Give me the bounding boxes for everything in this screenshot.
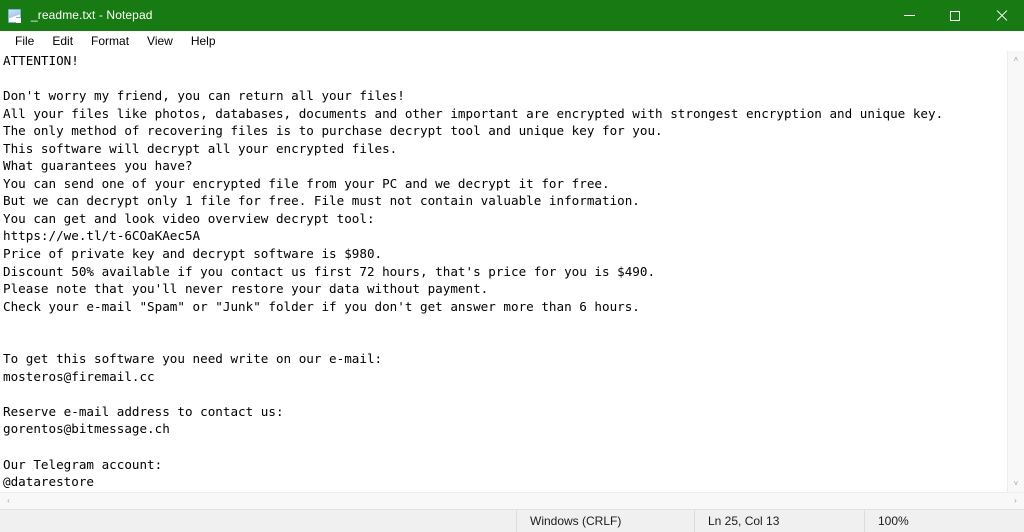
status-bar-spacer <box>0 510 516 532</box>
menu-item-edit[interactable]: Edit <box>43 32 82 51</box>
menu-item-format[interactable]: Format <box>82 32 138 51</box>
menu-item-help[interactable]: Help <box>182 32 225 51</box>
document-line: Please note that you'll never restore yo… <box>3 281 489 297</box>
menu-item-view[interactable]: View <box>138 32 182 51</box>
document-line: Our Telegram account: <box>3 456 163 472</box>
scroll-right-icon[interactable]: › <box>1007 493 1024 510</box>
scroll-down-icon[interactable]: ˅ <box>1008 475 1024 492</box>
close-icon <box>996 10 1007 21</box>
notepad-icon <box>7 8 23 24</box>
minimize-button[interactable] <box>886 0 932 31</box>
document-line: https://we.tl/t-6COaKAec5A <box>3 228 201 244</box>
window-controls <box>886 0 1024 31</box>
document-line: @datarestore <box>3 474 94 490</box>
minimize-icon <box>903 15 915 16</box>
document-line: What guarantees you have? <box>3 158 193 174</box>
maximize-button[interactable] <box>932 0 978 31</box>
document-line: Price of private key and decrypt softwar… <box>3 246 383 262</box>
document-line: You can get and look video overview decr… <box>3 210 375 226</box>
document-line: The only method of recovering files is t… <box>3 123 663 139</box>
horizontal-scrollbar[interactable]: ‹ › <box>0 492 1024 509</box>
document-line: But we can decrypt only 1 file for free.… <box>3 193 640 209</box>
maximize-icon <box>950 10 960 21</box>
menu-bar: File Edit Format View Help <box>0 31 1024 51</box>
document-line: mosteros@firemail.cc <box>3 368 155 384</box>
horizontal-scroll-thumb[interactable] <box>17 493 1007 510</box>
vertical-scrollbar[interactable]: ˄ ˅ <box>1007 51 1024 492</box>
menu-item-file[interactable]: File <box>6 32 43 51</box>
window-title: _readme.txt - Notepad <box>31 8 153 22</box>
document-line: You can send one of your encrypted file … <box>3 175 610 191</box>
status-bar: Windows (CRLF) Ln 25, Col 13 100% <box>0 509 1024 532</box>
text-editor[interactable]: ATTENTION! Don't worry my friend, you ca… <box>0 51 1007 492</box>
document-line: To get this software you need write on o… <box>3 351 383 367</box>
vertical-scroll-thumb[interactable] <box>1008 68 1024 475</box>
close-button[interactable] <box>978 0 1024 31</box>
document-line: Discount 50% available if you contact us… <box>3 263 656 279</box>
document-line: This software will decrypt all your encr… <box>3 140 398 156</box>
title-bar-left: _readme.txt - Notepad <box>0 0 153 31</box>
document-line: Reserve e-mail address to contact us: <box>3 403 284 419</box>
scroll-left-icon[interactable]: ‹ <box>0 493 17 510</box>
status-cursor-position: Ln 25, Col 13 <box>694 510 864 532</box>
document-line: All your files like photos, databases, d… <box>3 105 944 121</box>
document-line: gorentos@bitmessage.ch <box>3 421 170 437</box>
document-line: ATTENTION! <box>3 53 79 68</box>
document-line: Check your e-mail "Spam" or "Junk" folde… <box>3 298 640 314</box>
document-line: Don't worry my friend, you can return al… <box>3 88 405 104</box>
notepad-window: _readme.txt - Notepad File Edit Format V… <box>0 0 1024 532</box>
editor-area: ATTENTION! Don't worry my friend, you ca… <box>0 51 1024 492</box>
title-bar: _readme.txt - Notepad <box>0 0 1024 31</box>
status-zoom-level: 100% <box>864 510 1024 532</box>
scroll-up-icon[interactable]: ˄ <box>1008 51 1024 68</box>
status-line-ending: Windows (CRLF) <box>516 510 694 532</box>
